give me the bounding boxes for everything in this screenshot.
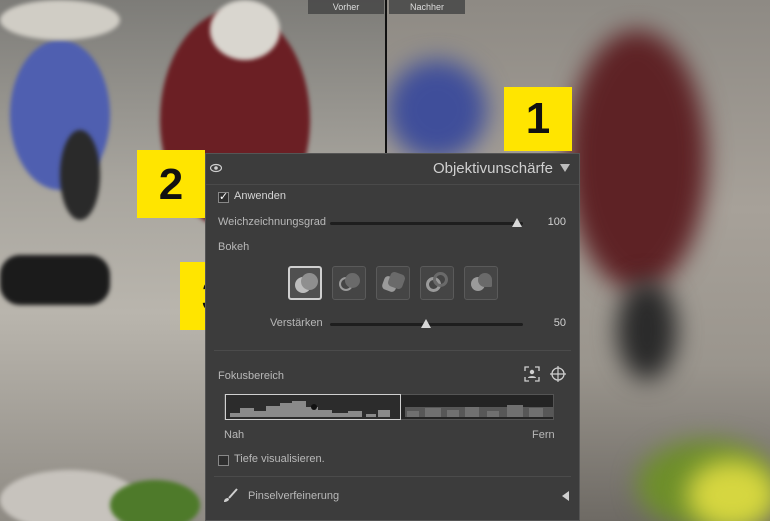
step-badge-2: 2 bbox=[137, 150, 205, 218]
lens-blur-panel: Objektivunschärfe ✓ Anwenden Weichzeichn… bbox=[205, 153, 580, 521]
near-label: Nah bbox=[224, 429, 245, 441]
blur-amount-thumb[interactable] bbox=[512, 218, 522, 227]
brush-refine-label: Pinselverfeinerung bbox=[248, 490, 340, 502]
section-divider bbox=[214, 350, 571, 351]
apply-label: Anwenden bbox=[234, 190, 286, 202]
focus-range-selection[interactable] bbox=[225, 394, 401, 420]
blur-amount-label: Weichzeichnungsgrad bbox=[218, 216, 327, 228]
visualize-depth-label: Tiefe visualisieren. bbox=[234, 453, 325, 465]
bokeh-circle-button[interactable] bbox=[288, 266, 322, 300]
depth-range-graph[interactable] bbox=[224, 394, 554, 420]
bokeh-ring-button[interactable] bbox=[420, 266, 454, 300]
visualize-depth-checkbox[interactable] bbox=[218, 455, 229, 466]
focus-point[interactable] bbox=[311, 404, 317, 410]
boost-label: Verstärken bbox=[270, 317, 323, 329]
boost-thumb[interactable] bbox=[421, 319, 431, 328]
boost-value[interactable]: 50 bbox=[536, 317, 566, 329]
focus-range-label: Fokusbereich bbox=[218, 370, 285, 382]
collapse-triangle-icon[interactable] bbox=[560, 164, 570, 172]
focus-target-icon[interactable] bbox=[550, 366, 566, 382]
bokeh-cateye-button[interactable] bbox=[464, 266, 498, 300]
section-divider-2 bbox=[214, 476, 571, 477]
brush-icon[interactable] bbox=[222, 488, 238, 504]
after-label: Nachher bbox=[389, 0, 465, 14]
panel-header[interactable]: Objektivunschärfe bbox=[206, 154, 579, 185]
bokeh-blade-button[interactable] bbox=[376, 266, 410, 300]
bokeh-bubble-button[interactable] bbox=[332, 266, 366, 300]
eye-icon[interactable] bbox=[209, 163, 223, 175]
far-label: Fern bbox=[532, 429, 555, 441]
apply-checkbox[interactable]: ✓ bbox=[218, 192, 229, 203]
bokeh-label: Bokeh bbox=[218, 241, 250, 253]
blur-amount-value[interactable]: 100 bbox=[536, 216, 566, 228]
step-badge-1: 1 bbox=[504, 87, 572, 151]
blur-amount-slider[interactable] bbox=[330, 222, 523, 225]
panel-title: Objektivunschärfe bbox=[432, 160, 553, 177]
expand-triangle-icon[interactable] bbox=[562, 491, 569, 501]
focus-subject-icon[interactable] bbox=[524, 366, 540, 382]
before-label: Vorher bbox=[308, 0, 384, 14]
